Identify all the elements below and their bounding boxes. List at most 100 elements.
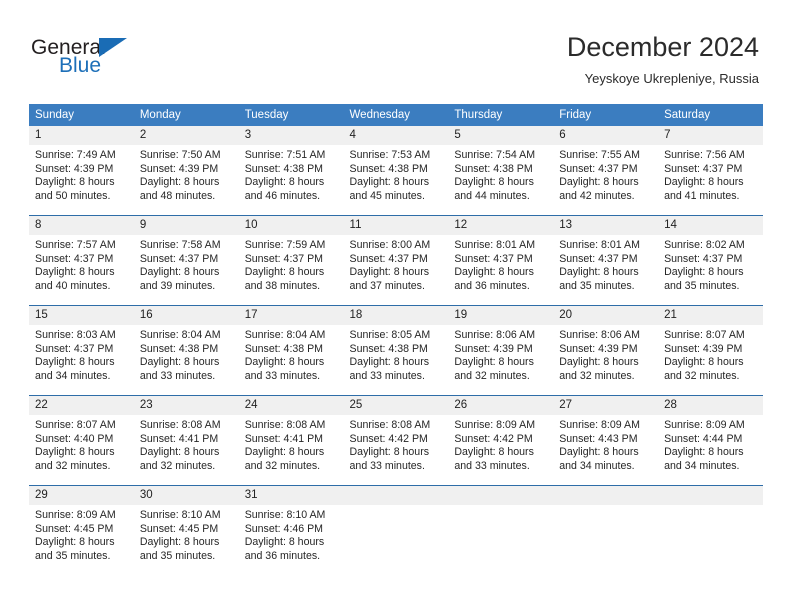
daylight-text-line2: and 32 minutes. [139,459,216,472]
day-number [448,486,554,505]
calendar-day-cell[interactable]: 27 Sunrise: 8:09 AM Sunset: 4:43 PM Dayligh… [553,396,659,486]
calendar-day-cell[interactable]: 30 Sunrise: 8:10 AM Sunset: 4:45 PM Dayligh… [133,486,239,575]
column-header-thursday: Thursday [448,104,554,126]
day-cell-inner: 27 Sunrise: 8:09 AM Sunset: 4:43 PM Dayligh… [553,396,659,485]
calendar-day-cell[interactable]: 18 Sunrise: 8:05 AM Sunset: 4:38 PM Dayligh… [343,306,449,396]
day-number: 31 [238,486,344,505]
day-number: 12 [448,216,554,235]
calendar-day-cell[interactable]: 6 Sunrise: 7:55 AM Sunset: 4:37 PM Daylight… [553,126,659,216]
calendar-day-cell[interactable]: 22 Sunrise: 8:07 AM Sunset: 4:40 PM Dayligh… [29,396,134,486]
daylight-text-line2: and 35 minutes. [559,279,635,292]
daylight-text-line2: and 46 minutes. [244,189,321,202]
day-cell-inner: 3 Sunrise: 7:51 AM Sunset: 4:38 PM Daylight… [238,126,344,215]
day-cell-inner [658,486,763,575]
calendar-day-cell[interactable]: 14 Sunrise: 8:02 AM Sunset: 4:37 PM Dayligh… [658,216,763,306]
calendar-day-cell[interactable]: 15 Sunrise: 8:03 AM Sunset: 4:37 PM Dayligh… [29,306,134,396]
daylight-text-line2: and 38 minutes. [244,279,321,292]
daylight-text-line1: Daylight: 8 hours [35,446,115,459]
calendar-page: General Blue December 2024 Yeyskoye Ukre… [0,0,792,612]
sunset-text: Sunset: 4:37 PM [35,252,114,265]
daylight-text-line1: Daylight: 8 hours [559,446,639,459]
day-details: Sunrise: 8:02 AM Sunset: 4:37 PM Daylight:… [658,235,763,293]
day-cell-inner: 13 Sunrise: 8:01 AM Sunset: 4:37 PM Dayligh… [553,216,659,305]
calendar-day-cell[interactable]: 13 Sunrise: 8:01 AM Sunset: 4:37 PM Dayligh… [553,216,659,306]
calendar-day-cell[interactable]: 12 Sunrise: 8:01 AM Sunset: 4:37 PM Dayligh… [448,216,554,306]
calendar-day-cell[interactable]: 21 Sunrise: 8:07 AM Sunset: 4:39 PM Dayligh… [658,306,763,396]
calendar-day-cell[interactable]: 5 Sunrise: 7:54 AM Sunset: 4:38 PM Daylight… [448,126,554,216]
sunrise-text: Sunrise: 8:08 AM [139,419,221,431]
daylight-text-line1: Daylight: 8 hours [35,176,115,189]
calendar-day-cell[interactable]: 23 Sunrise: 8:08 AM Sunset: 4:41 PM Dayligh… [133,396,239,486]
day-details: Sunrise: 8:10 AM Sunset: 4:45 PM Daylight:… [134,505,239,563]
daylight-text-line1: Daylight: 8 hours [454,266,534,279]
day-cell-inner: 19 Sunrise: 8:06 AM Sunset: 4:39 PM Dayligh… [448,306,554,395]
day-details: Sunrise: 8:09 AM Sunset: 4:42 PM Daylight:… [448,415,553,473]
day-number [658,486,763,505]
day-number: 9 [133,216,239,235]
daylight-text-line2: and 44 minutes. [454,189,530,202]
sunrise-text: Sunrise: 7:56 AM [664,149,745,161]
sunrise-text: Sunrise: 7:59 AM [244,239,326,251]
day-details: Sunrise: 8:01 AM Sunset: 4:37 PM Daylight:… [553,235,658,293]
sunset-text: Sunset: 4:38 PM [139,342,219,355]
day-cell-inner: 6 Sunrise: 7:55 AM Sunset: 4:37 PM Daylight… [553,126,659,215]
calendar-day-cell[interactable]: 25 Sunrise: 8:08 AM Sunset: 4:42 PM Dayligh… [343,396,449,486]
calendar-day-cell[interactable]: 16 Sunrise: 8:04 AM Sunset: 4:38 PM Dayligh… [133,306,239,396]
sunrise-text: Sunrise: 7:55 AM [559,149,640,161]
day-number: 8 [29,216,134,235]
day-number: 13 [553,216,659,235]
sunrise-text: Sunrise: 7:53 AM [349,149,431,161]
calendar-day-cell[interactable]: 7 Sunrise: 7:56 AM Sunset: 4:37 PM Daylight… [658,126,763,216]
calendar-day-cell[interactable]: 28 Sunrise: 8:09 AM Sunset: 4:44 PM Dayligh… [658,396,763,486]
calendar-header-row: Sunday Monday Tuesday Wednesday Thursday… [29,104,763,126]
page-header: General Blue December 2024 Yeyskoye Ukre… [0,0,792,95]
day-cell-inner: 4 Sunrise: 7:53 AM Sunset: 4:38 PM Daylight… [343,126,449,215]
day-cell-inner: 11 Sunrise: 8:00 AM Sunset: 4:37 PM Dayligh… [343,216,449,305]
sunset-text: Sunset: 4:41 PM [139,432,219,445]
day-cell-inner: 22 Sunrise: 8:07 AM Sunset: 4:40 PM Dayligh… [29,396,134,485]
calendar-day-cell[interactable]: 17 Sunrise: 8:04 AM Sunset: 4:38 PM Dayligh… [238,306,344,396]
column-header-saturday: Saturday [658,104,763,126]
daylight-text-line2: and 42 minutes. [559,189,635,202]
calendar-day-cell[interactable]: 9 Sunrise: 7:58 AM Sunset: 4:37 PM Daylight… [133,216,239,306]
calendar-day-cell[interactable]: 20 Sunrise: 8:06 AM Sunset: 4:39 PM Dayligh… [553,306,659,396]
calendar-day-cell[interactable]: 11 Sunrise: 8:00 AM Sunset: 4:37 PM Dayligh… [343,216,449,306]
day-number: 19 [448,306,554,325]
day-details: Sunrise: 7:51 AM Sunset: 4:38 PM Daylight:… [239,145,344,203]
calendar-day-cell[interactable]: 31 Sunrise: 8:10 AM Sunset: 4:46 PM Dayligh… [238,486,344,575]
day-number: 10 [238,216,344,235]
general-blue-logo[interactable]: General Blue [31,36,211,86]
sunset-text: Sunset: 4:41 PM [244,432,324,445]
day-number: 15 [29,306,134,325]
daylight-text-line1: Daylight: 8 hours [454,446,534,459]
day-details: Sunrise: 8:09 AM Sunset: 4:43 PM Daylight:… [553,415,658,473]
day-number: 2 [133,126,239,145]
calendar-day-cell[interactable]: 26 Sunrise: 8:09 AM Sunset: 4:42 PM Dayligh… [448,396,554,486]
calendar-day-cell[interactable]: 10 Sunrise: 7:59 AM Sunset: 4:37 PM Dayligh… [238,216,344,306]
sunset-text: Sunset: 4:38 PM [244,342,324,355]
day-details: Sunrise: 8:07 AM Sunset: 4:39 PM Daylight:… [658,325,763,383]
sunrise-text: Sunrise: 8:09 AM [559,419,640,431]
sunrise-text: Sunrise: 8:03 AM [35,329,116,341]
day-cell-inner: 12 Sunrise: 8:01 AM Sunset: 4:37 PM Dayligh… [448,216,554,305]
day-details: Sunrise: 8:08 AM Sunset: 4:41 PM Daylight:… [239,415,344,473]
calendar-day-cell[interactable]: 3 Sunrise: 7:51 AM Sunset: 4:38 PM Daylight… [238,126,344,216]
sunset-text: Sunset: 4:37 PM [244,252,324,265]
calendar-day-cell[interactable]: 4 Sunrise: 7:53 AM Sunset: 4:38 PM Daylight… [343,126,449,216]
sunrise-text: Sunrise: 8:05 AM [349,329,431,341]
daylight-text-line1: Daylight: 8 hours [664,176,744,189]
sunset-text: Sunset: 4:42 PM [454,432,533,445]
daylight-text-line1: Daylight: 8 hours [35,266,115,279]
calendar-day-cell[interactable]: 1 Sunrise: 7:49 AM Sunset: 4:39 PM Daylight… [29,126,134,216]
sunset-text: Sunset: 4:42 PM [349,432,428,445]
calendar-week-row: 1 Sunrise: 7:49 AM Sunset: 4:39 PM Daylight… [29,126,763,216]
calendar-day-cell[interactable]: 29 Sunrise: 8:09 AM Sunset: 4:45 PM Dayligh… [29,486,134,575]
calendar-day-cell[interactable]: 2 Sunrise: 7:50 AM Sunset: 4:39 PM Daylight… [133,126,239,216]
calendar-day-cell[interactable]: 8 Sunrise: 7:57 AM Sunset: 4:37 PM Daylight… [29,216,134,306]
calendar-week-row: 8 Sunrise: 7:57 AM Sunset: 4:37 PM Daylight… [29,216,763,306]
calendar-day-cell[interactable]: 19 Sunrise: 8:06 AM Sunset: 4:39 PM Dayligh… [448,306,554,396]
day-cell-inner: 31 Sunrise: 8:10 AM Sunset: 4:46 PM Dayligh… [238,486,344,575]
calendar-day-cell[interactable]: 24 Sunrise: 8:08 AM Sunset: 4:41 PM Dayligh… [238,396,344,486]
day-details [658,505,763,509]
day-details: Sunrise: 7:55 AM Sunset: 4:37 PM Daylight:… [553,145,658,203]
